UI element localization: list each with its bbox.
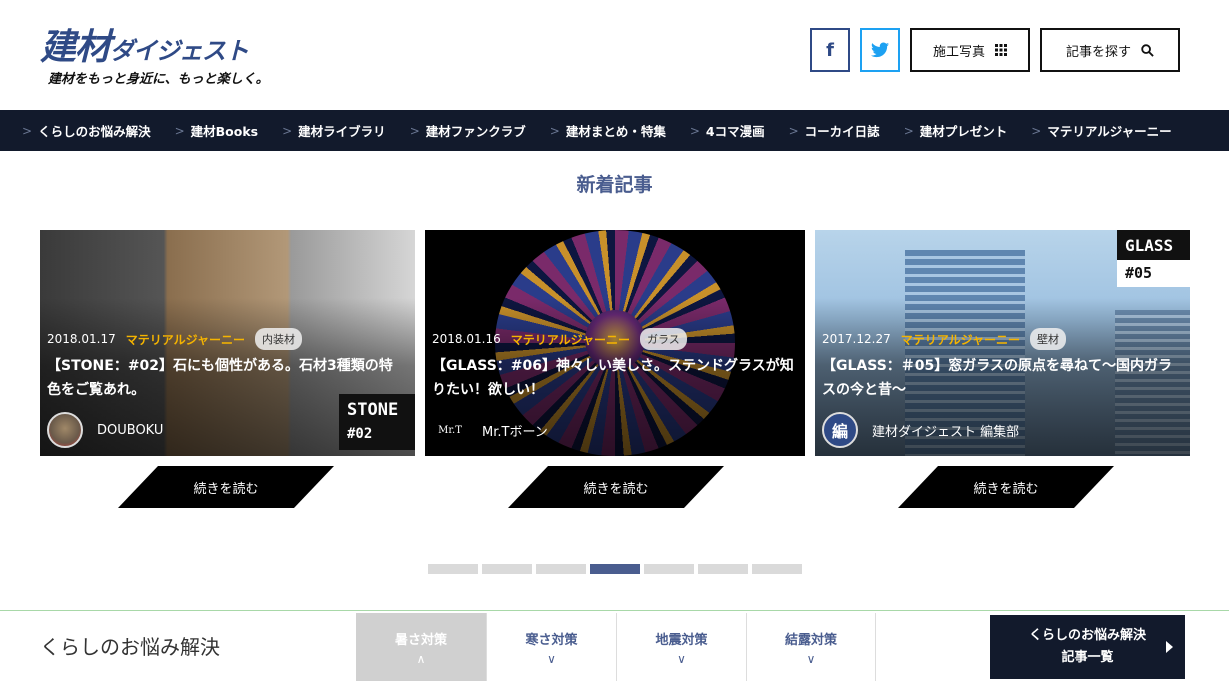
tab-earthquake[interactable]: 地震対策 ∨ (616, 613, 746, 681)
nav-item-library[interactable]: > 建材ライブラリ (282, 121, 386, 140)
nav-item-features[interactable]: > 建材まとめ・特集 (550, 121, 666, 140)
chevron-right-icon: > (22, 123, 33, 138)
author-name: DOUBOKU (97, 422, 164, 438)
carousel-pager (428, 564, 802, 574)
article-meta: 2018.01.17 マテリアルジャーニー 内装材 (47, 328, 302, 350)
pager-dot[interactable] (644, 564, 694, 574)
pager-dot[interactable] (482, 564, 532, 574)
author-name: Mr.Tボーン (482, 424, 548, 440)
nav-item-manga[interactable]: >4コマ漫画 (690, 121, 765, 140)
pager-dot[interactable] (698, 564, 748, 574)
chevron-right-icon: > (409, 123, 420, 138)
article-author: 編 建材ダイジェスト 編集部 (822, 412, 1019, 448)
chevron-up-icon: ∧ (416, 651, 426, 666)
article-author: Mr.T Mr.Tボーン (432, 412, 548, 448)
twitter-icon (871, 42, 889, 58)
life-solutions-title: くらしのお悩み解決 (40, 635, 220, 659)
logo-tagline: 建材をもっと身近に、もっと楽しく。 (48, 72, 269, 87)
grid-icon (995, 44, 1007, 56)
chevron-right-icon: > (788, 123, 799, 138)
life-solutions-bar: くらしのお悩み解決 暑さ対策 ∧ 寒さ対策 ∨ 地震対策 ∨ 結露対策 ∨ くら… (0, 610, 1229, 684)
avatar (47, 412, 83, 448)
article-title[interactable]: 【GLASS：#06】神々しい美しさ。ステンドグラスが知りたい！欲しい！ (432, 354, 795, 402)
article-author: DOUBOKU (47, 412, 163, 448)
chevron-right-icon: > (1031, 123, 1042, 138)
article-tag[interactable]: 内装材 (255, 328, 302, 350)
article-date: 2018.01.17 (47, 332, 116, 346)
article-badge: GLASS #05 (1117, 230, 1190, 287)
facebook-button[interactable]: f (810, 28, 850, 72)
chevron-right-icon: > (903, 123, 914, 138)
avatar: Mr.T (438, 424, 462, 436)
nav-item-fanclub[interactable]: > 建材ファンクラブ (410, 121, 526, 140)
article-category[interactable]: マテリアルジャーニー (901, 331, 1020, 348)
chevron-right-icon: > (282, 123, 293, 138)
nav-item-diary[interactable]: > コーカイ日誌 (789, 121, 880, 140)
nav-item-material-journey[interactable]: > マテリアルジャーニー (1031, 121, 1171, 140)
twitter-button[interactable] (860, 28, 900, 72)
article-card[interactable]: GLASS #05 2017.12.27 マテリアルジャーニー 壁材 【GLAS… (815, 230, 1190, 456)
author-name: 建材ダイジェスト 編集部 (872, 424, 1020, 440)
search-articles-label: 記事を探す (1065, 44, 1131, 60)
avatar: 編 (822, 412, 858, 448)
chevron-down-icon: ∨ (806, 651, 816, 666)
pager-dot[interactable] (536, 564, 586, 574)
site-logo[interactable]: 建材ダイジェスト 建材をもっと身近に、もっと楽しく。 (40, 18, 275, 90)
read-more-button[interactable]: 続きを読む (118, 466, 334, 508)
read-more-button[interactable]: 続きを読む (508, 466, 724, 508)
all-articles-button[interactable]: くらしのお悩み解決 記事一覧 (990, 615, 1185, 679)
article-meta: 2017.12.27 マテリアルジャーニー 壁材 (822, 328, 1066, 350)
pager-dot-active[interactable] (590, 564, 640, 574)
chevron-right-icon: > (549, 123, 560, 138)
article-tag[interactable]: ガラス (640, 328, 687, 350)
construction-photos-button[interactable]: 施工写真 (910, 28, 1030, 72)
chevron-right-icon: > (689, 123, 700, 138)
nav-item-books[interactable]: > 建材Books (175, 121, 259, 140)
section-title-new-articles: 新着記事 (576, 174, 653, 196)
pager-dot[interactable] (752, 564, 802, 574)
nav-item-present[interactable]: > 建材プレゼント (904, 121, 1008, 140)
search-articles-button[interactable]: 記事を探す (1040, 28, 1180, 72)
article-date: 2018.01.16 (432, 332, 501, 346)
chevron-right-icon: > (174, 123, 185, 138)
construction-photos-label: 施工写真 (932, 44, 985, 60)
site-header: 建材ダイジェスト 建材をもっと身近に、もっと楽しく。 f 施工写真 記事を探す (0, 0, 1229, 110)
tab-heat[interactable]: 暑さ対策 ∧ (356, 613, 486, 681)
read-more-button[interactable]: 続きを読む (898, 466, 1114, 508)
nav-item-life-solutions[interactable]: > くらしのお悩み解決 (22, 121, 151, 140)
search-icon (1141, 43, 1154, 57)
arrow-right-icon (1166, 641, 1173, 653)
article-card[interactable]: 2018.01.16 マテリアルジャーニー ガラス 【GLASS：#06】神々し… (425, 230, 805, 456)
facebook-icon: f (826, 39, 834, 61)
article-date: 2017.12.27 (822, 332, 891, 346)
main-nav: > くらしのお悩み解決 > 建材Books > 建材ライブラリ > 建材ファンクラブ >… (0, 110, 1229, 151)
article-tag[interactable]: 壁材 (1030, 328, 1066, 350)
article-card[interactable]: STONE #02 2018.01.17 マテリアルジャーニー 内装材 【STO… (40, 230, 415, 456)
chevron-down-icon: ∨ (677, 651, 686, 666)
article-category[interactable]: マテリアルジャーニー (511, 331, 630, 348)
article-meta: 2018.01.16 マテリアルジャーニー ガラス (432, 328, 687, 350)
tab-condensation[interactable]: 結露対策 ∨ (746, 613, 876, 681)
logo-wordmark: 建材ダイジェスト (40, 27, 249, 68)
article-title[interactable]: 【GLASS：＃05】窓ガラスの原点を尋ねて〜国内ガラスの今と昔〜 (822, 354, 1180, 402)
pager-dot[interactable] (428, 564, 478, 574)
chevron-down-icon: ∨ (547, 651, 556, 666)
article-badge: STONE #02 (339, 394, 415, 450)
article-title[interactable]: 【STONE：#02】石にも個性がある。石材3種類の特色をご覧あれ。 (47, 354, 405, 402)
tab-cold[interactable]: 寒さ対策 ∨ (486, 613, 616, 681)
article-category[interactable]: マテリアルジャーニー (126, 331, 245, 348)
